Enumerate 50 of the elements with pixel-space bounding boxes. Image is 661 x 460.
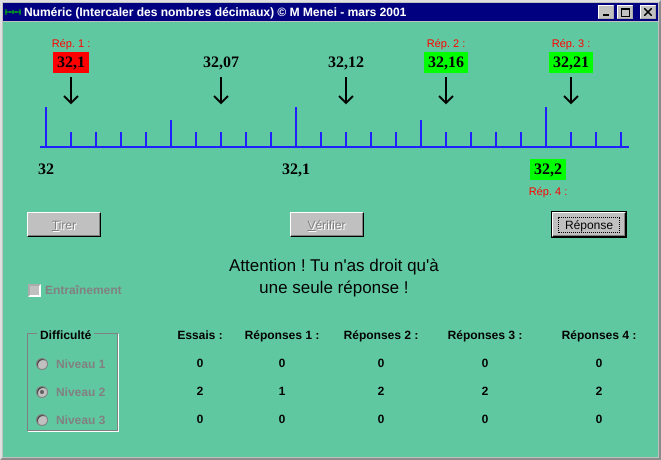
column-header: Réponses 4 : bbox=[560, 327, 638, 344]
arrow-icon bbox=[337, 77, 355, 105]
number-label: 32 bbox=[37, 160, 55, 180]
warning-message: Attention ! Tu n'as droit qu'à une seule réponse ! bbox=[229, 255, 439, 299]
table-cell-text: 0 bbox=[594, 355, 604, 372]
table-cell-text: 0 bbox=[196, 355, 204, 372]
close-button[interactable] bbox=[640, 5, 656, 19]
number-label: 32,07 bbox=[202, 53, 240, 73]
arrow-icon bbox=[62, 77, 80, 105]
maximize-icon bbox=[620, 8, 630, 16]
table-cell-text: 1 bbox=[278, 383, 286, 400]
arrow-icon bbox=[437, 77, 455, 105]
number-tag: 32,2 bbox=[530, 159, 566, 180]
answer-label: Rép. 2 : bbox=[426, 38, 466, 50]
minimize-button[interactable] bbox=[598, 5, 614, 19]
number-tag: 32,16 bbox=[424, 52, 468, 73]
table-cell-text: 0 bbox=[594, 411, 604, 428]
table-cell-text: 0 bbox=[480, 355, 490, 372]
table-cell-text: 0 bbox=[278, 355, 286, 372]
table-cell-text: 2 bbox=[480, 383, 490, 400]
table-cell-text: 0 bbox=[278, 411, 286, 428]
radio-label: Niveau 2 bbox=[56, 384, 106, 401]
arrow-icon bbox=[562, 77, 580, 105]
maximize-button[interactable] bbox=[617, 5, 633, 19]
table-cell-text: 0 bbox=[196, 411, 204, 428]
table-cell-text: 0 bbox=[376, 411, 386, 428]
table-cell-text: 2 bbox=[196, 383, 204, 400]
table-cell-text: 2 bbox=[594, 383, 604, 400]
table-cell-text: 2 bbox=[376, 383, 386, 400]
ruler-icon bbox=[5, 7, 21, 17]
answer-label: Rép. 3 : bbox=[552, 38, 590, 50]
number-tag: 32,21 bbox=[549, 52, 593, 73]
close-icon bbox=[644, 8, 652, 16]
number-label: 32,1 bbox=[281, 160, 311, 180]
column-header: Réponses 3 : bbox=[446, 327, 524, 344]
answer-label: Rép. 1 : bbox=[52, 38, 90, 50]
radio-label: Niveau 3 bbox=[56, 412, 106, 429]
number-tag: 32,1 bbox=[53, 52, 89, 73]
table-cell-text: 0 bbox=[480, 411, 490, 428]
column-header: Réponses 1 : bbox=[244, 327, 320, 344]
window-title: Numéric (Intercaler des nombres décimaux) © M Menei - mars 2001 bbox=[24, 4, 408, 21]
column-header: Réponses 2 : bbox=[342, 327, 420, 344]
radio-label: Niveau 1 bbox=[56, 356, 106, 373]
column-header: Essais : bbox=[176, 327, 224, 344]
checkbox-label: Entraînement bbox=[45, 282, 122, 299]
arrow-icon bbox=[212, 77, 230, 105]
table-cell-text: 0 bbox=[376, 355, 386, 372]
number-label: 32,12 bbox=[327, 53, 365, 73]
button[interactable]: Réponse bbox=[552, 212, 626, 237]
answer-label: Rép. 4 : bbox=[528, 186, 568, 198]
